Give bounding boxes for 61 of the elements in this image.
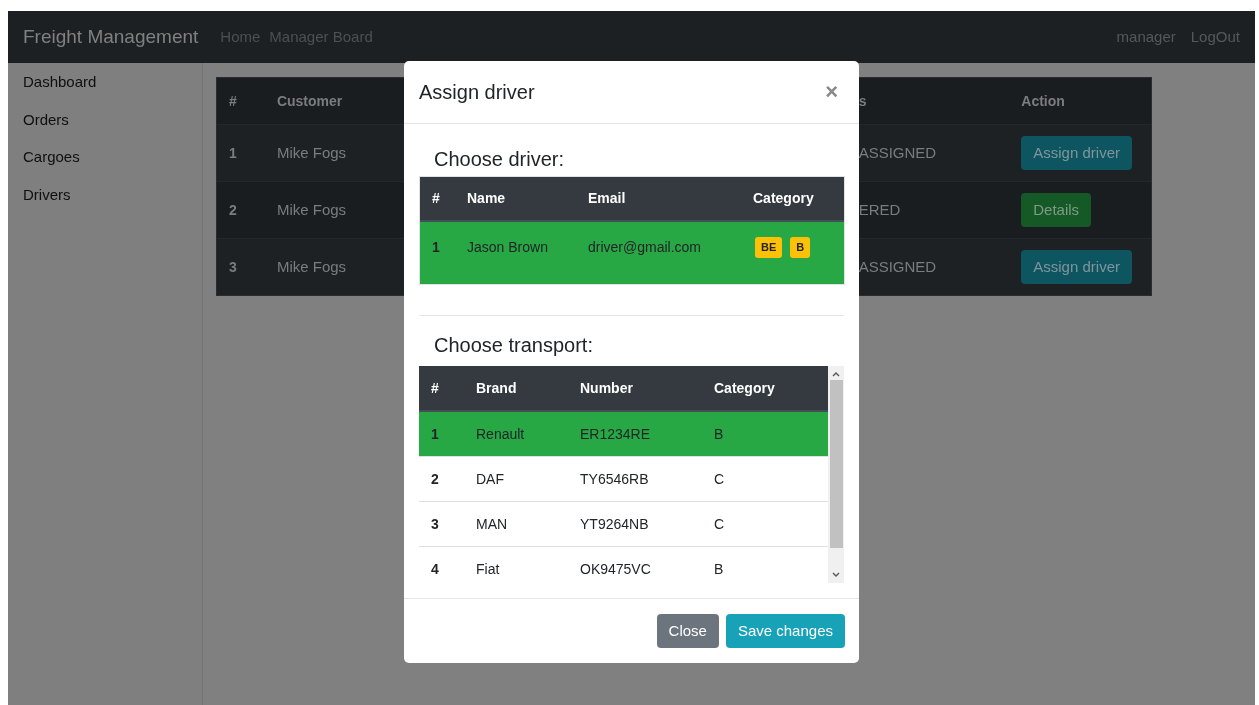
section-heading: Choose transport: — [433, 333, 594, 358]
column-header: Email — [588, 190, 626, 206]
close-button[interactable]: Close — [656, 614, 719, 648]
table-cell: Renault — [476, 425, 525, 442]
driver-row[interactable]: 1 Jason Brown driver@gmail.com BE B — [420, 222, 844, 284]
table-cell: driver@gmail.com — [588, 239, 701, 255]
table-cell: B — [714, 560, 724, 577]
transport-row[interactable]: 1 Renault ER1234RE B — [419, 412, 829, 457]
scroll-thumb[interactable] — [829, 380, 843, 548]
scroll-up-icon[interactable] — [832, 371, 840, 377]
table-cell: B — [714, 425, 724, 442]
column-header: Brand — [476, 379, 517, 396]
column-header: Customer — [276, 92, 343, 109]
table-cell: Jason Brown — [467, 239, 548, 255]
table-cell: Mike Fogs — [276, 200, 347, 218]
modal-title: Assign driver — [419, 80, 535, 105]
table-cell: 1 — [432, 239, 440, 255]
table-cell: 1 — [229, 144, 237, 161]
table-cell: 3 — [431, 515, 439, 532]
details-button[interactable]: Details — [1021, 193, 1092, 227]
table-cell: 2 — [229, 201, 237, 218]
section-heading: Choose driver: — [433, 147, 566, 172]
table-cell: TY6546RB — [580, 470, 649, 487]
table-cell: 1 — [431, 425, 439, 442]
column-header: Category — [714, 379, 775, 396]
sidebar-link[interactable]: Cargoes — [23, 146, 187, 169]
column-header: # — [431, 379, 439, 396]
sidebar-link[interactable]: Orders — [23, 108, 187, 131]
table-cell: DAF — [476, 470, 504, 487]
assign-driver-button[interactable]: Assign driver — [1021, 250, 1132, 284]
column-header: Action — [1021, 92, 1065, 109]
table-cell: MAN — [476, 515, 508, 532]
column-header: Category — [753, 190, 814, 206]
table-cell: ASSIGNED — [858, 143, 937, 161]
table-cell: Mike Fogs — [276, 143, 347, 161]
table-cell: YT9264NB — [580, 515, 649, 532]
table-cell: ASSIGNED — [858, 257, 937, 275]
table-cell: ER1234RE — [580, 425, 651, 442]
table-cell: OK9475VC — [580, 560, 651, 577]
table-cell: Mike Fogs — [276, 257, 347, 275]
assign-driver-button[interactable]: Assign driver — [1021, 136, 1132, 170]
scroll-down-icon[interactable] — [832, 572, 840, 578]
brand-title[interactable]: Freight Management — [23, 22, 199, 52]
column-header: s — [858, 92, 867, 109]
table-cell: 2 — [431, 470, 439, 487]
table-cell: ERED — [858, 200, 901, 218]
column-header: Name — [467, 190, 506, 206]
column-header: # — [229, 92, 237, 109]
column-header: Number — [580, 379, 633, 396]
table-cell: Fiat — [476, 560, 500, 577]
table-cell: 4 — [431, 560, 439, 577]
table-cell: 3 — [229, 258, 237, 275]
category-badge: BE — [755, 237, 783, 258]
table-cell: C — [714, 515, 725, 532]
column-header: # — [432, 190, 440, 206]
scrollbar[interactable] — [828, 366, 844, 583]
sidebar-link[interactable]: Drivers — [23, 183, 187, 206]
category-badge: B — [790, 237, 811, 258]
save-button[interactable]: Save changes — [725, 614, 845, 648]
sidebar-link[interactable]: Dashboard — [23, 71, 187, 94]
table-cell: C — [714, 470, 725, 487]
